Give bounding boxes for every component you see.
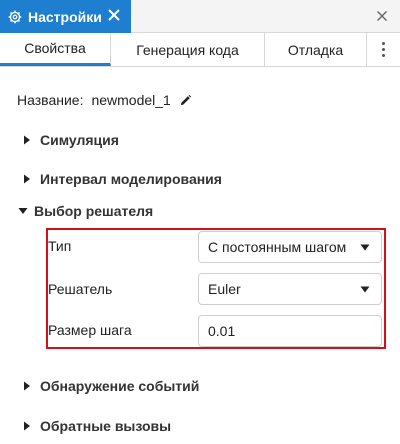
- section-interval-label: Интервал моделирования: [40, 171, 222, 187]
- section-callbacks-label: Обратные вызовы: [40, 418, 172, 434]
- tab-debug[interactable]: Отладка: [265, 33, 367, 66]
- type-select-value: С постоянным шагом: [208, 239, 347, 255]
- section-interval[interactable]: Интервал моделирования: [22, 171, 222, 187]
- more-options-button[interactable]: [367, 33, 400, 66]
- section-simulation-label: Симуляция: [40, 132, 119, 148]
- caret-down-icon: [360, 286, 370, 293]
- tab-properties[interactable]: Свойства: [0, 33, 111, 66]
- chevron-right-icon: [24, 381, 30, 391]
- gear-icon: [8, 10, 22, 23]
- step-size-value: 0.01: [208, 323, 236, 339]
- section-callbacks[interactable]: Обратные вызовы: [22, 418, 171, 434]
- name-label: Название:: [17, 92, 84, 108]
- close-panel-icon[interactable]: [376, 10, 388, 22]
- chevron-right-icon: [24, 421, 30, 431]
- title-bar: Настройки: [0, 0, 400, 33]
- solver-select-value: Euler: [208, 281, 241, 297]
- settings-panel-tab[interactable]: Настройки: [0, 0, 131, 33]
- kebab-menu-icon: [382, 41, 385, 59]
- chevron-right-icon: [24, 174, 30, 184]
- section-simulation[interactable]: Симуляция: [22, 132, 119, 148]
- solver-select[interactable]: Euler: [198, 273, 382, 305]
- section-solver[interactable]: Выбор решателя: [18, 203, 153, 219]
- tab-code-generation[interactable]: Генерация кода: [111, 33, 265, 66]
- panel-title: Настройки: [28, 8, 102, 25]
- section-solver-label: Выбор решателя: [34, 203, 154, 219]
- chevron-down-icon: [18, 208, 28, 214]
- step-size-input[interactable]: 0.01: [198, 315, 382, 347]
- section-events-label: Обнаружение событий: [40, 378, 200, 394]
- type-label: Тип: [48, 238, 72, 254]
- section-event-detection[interactable]: Обнаружение событий: [22, 378, 199, 394]
- model-name-row: Название: newmodel_1: [17, 92, 192, 108]
- close-tab-icon[interactable]: [107, 8, 121, 22]
- chevron-right-icon: [24, 135, 30, 145]
- caret-down-icon: [360, 244, 370, 251]
- name-value: newmodel_1: [91, 92, 171, 108]
- solver-label: Решатель: [48, 281, 113, 297]
- type-select[interactable]: С постоянным шагом: [198, 231, 382, 263]
- pencil-icon[interactable]: [179, 94, 192, 107]
- tab-bar: Свойства Генерация кода Отладка: [0, 33, 400, 67]
- step-size-label: Размер шага: [48, 322, 132, 338]
